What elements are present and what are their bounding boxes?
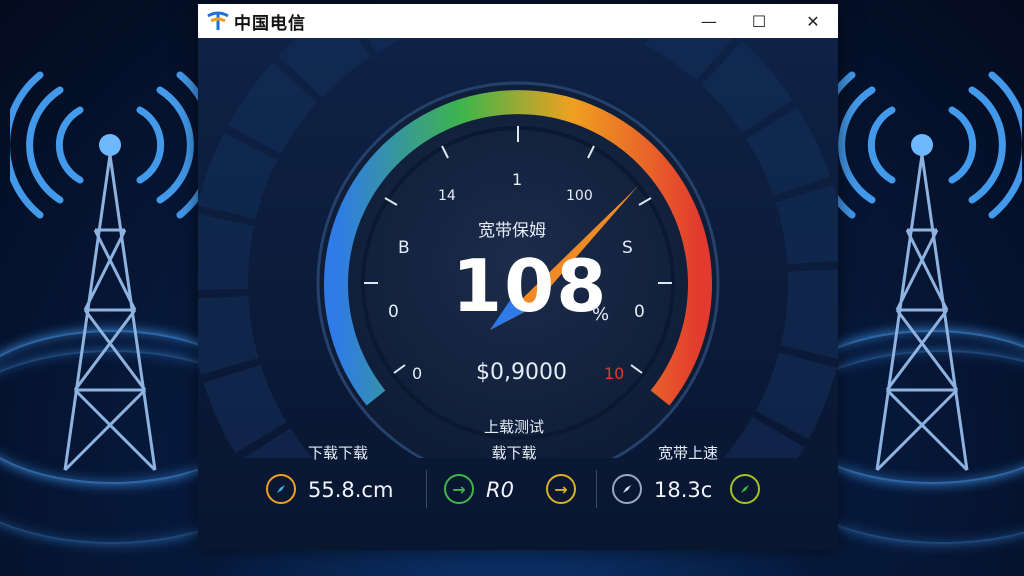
app-window: 中国电信 — ☐ ✕ 14 1 100 B S 0 0 0 10 宽带保姆 10… [188,0,848,576]
upload-title: 宽带上速 [657,444,719,462]
tick-label: 100 [566,188,593,204]
divider [596,470,597,508]
speed-gauge: 14 1 100 B S 0 0 0 10 宽带保姆 108 % $0,9000… [188,0,848,576]
tick-label: 0 [634,302,645,322]
tick-label: 14 [438,188,456,204]
middle-title: 载下载 [491,444,537,462]
tick-label: S [622,238,633,258]
logo: 中国电信 [206,9,306,34]
china-telecom-logo-icon [207,11,229,30]
compass-icon[interactable] [266,474,296,504]
tick-label: 0 [388,302,399,322]
middle-value: R0 [486,478,514,502]
gauge-value: 108 [452,244,609,328]
minimize-button[interactable]: — [686,4,732,38]
download-title: 下载下载 [307,444,369,462]
compass-icon[interactable] [612,474,642,504]
tick-label: 10 [604,364,625,383]
divider [426,470,427,508]
tick-label: 0 [412,364,423,383]
arrow-right-icon[interactable]: → [444,474,474,504]
gauge-caption: 宽带保姆 [478,221,546,241]
tick-label: B [398,238,410,258]
gauge-footer-label: 上载测试 [484,418,545,436]
app-title: 中国电信 [234,13,306,34]
close-button[interactable]: ✕ [790,4,836,38]
cell-tower-icon [822,71,1022,472]
title-bar[interactable]: 中国电信 — ☐ ✕ [198,4,838,38]
gauge-sub-value: $0,9000 [476,360,567,385]
upload-value: 18.3c [654,478,713,502]
tick-label: 1 [512,170,523,189]
cell-tower-icon [10,71,210,472]
arrow-right-icon[interactable]: → [546,474,576,504]
download-value: 55.8.cm [308,478,394,502]
compass-icon[interactable] [730,474,760,504]
stats-panel: 下载下载 55.8.cm 载下载 → R0 → 宽带上速 18.3c [198,442,838,532]
maximize-button[interactable]: ☐ [736,4,782,38]
gauge-unit: % [592,304,610,325]
